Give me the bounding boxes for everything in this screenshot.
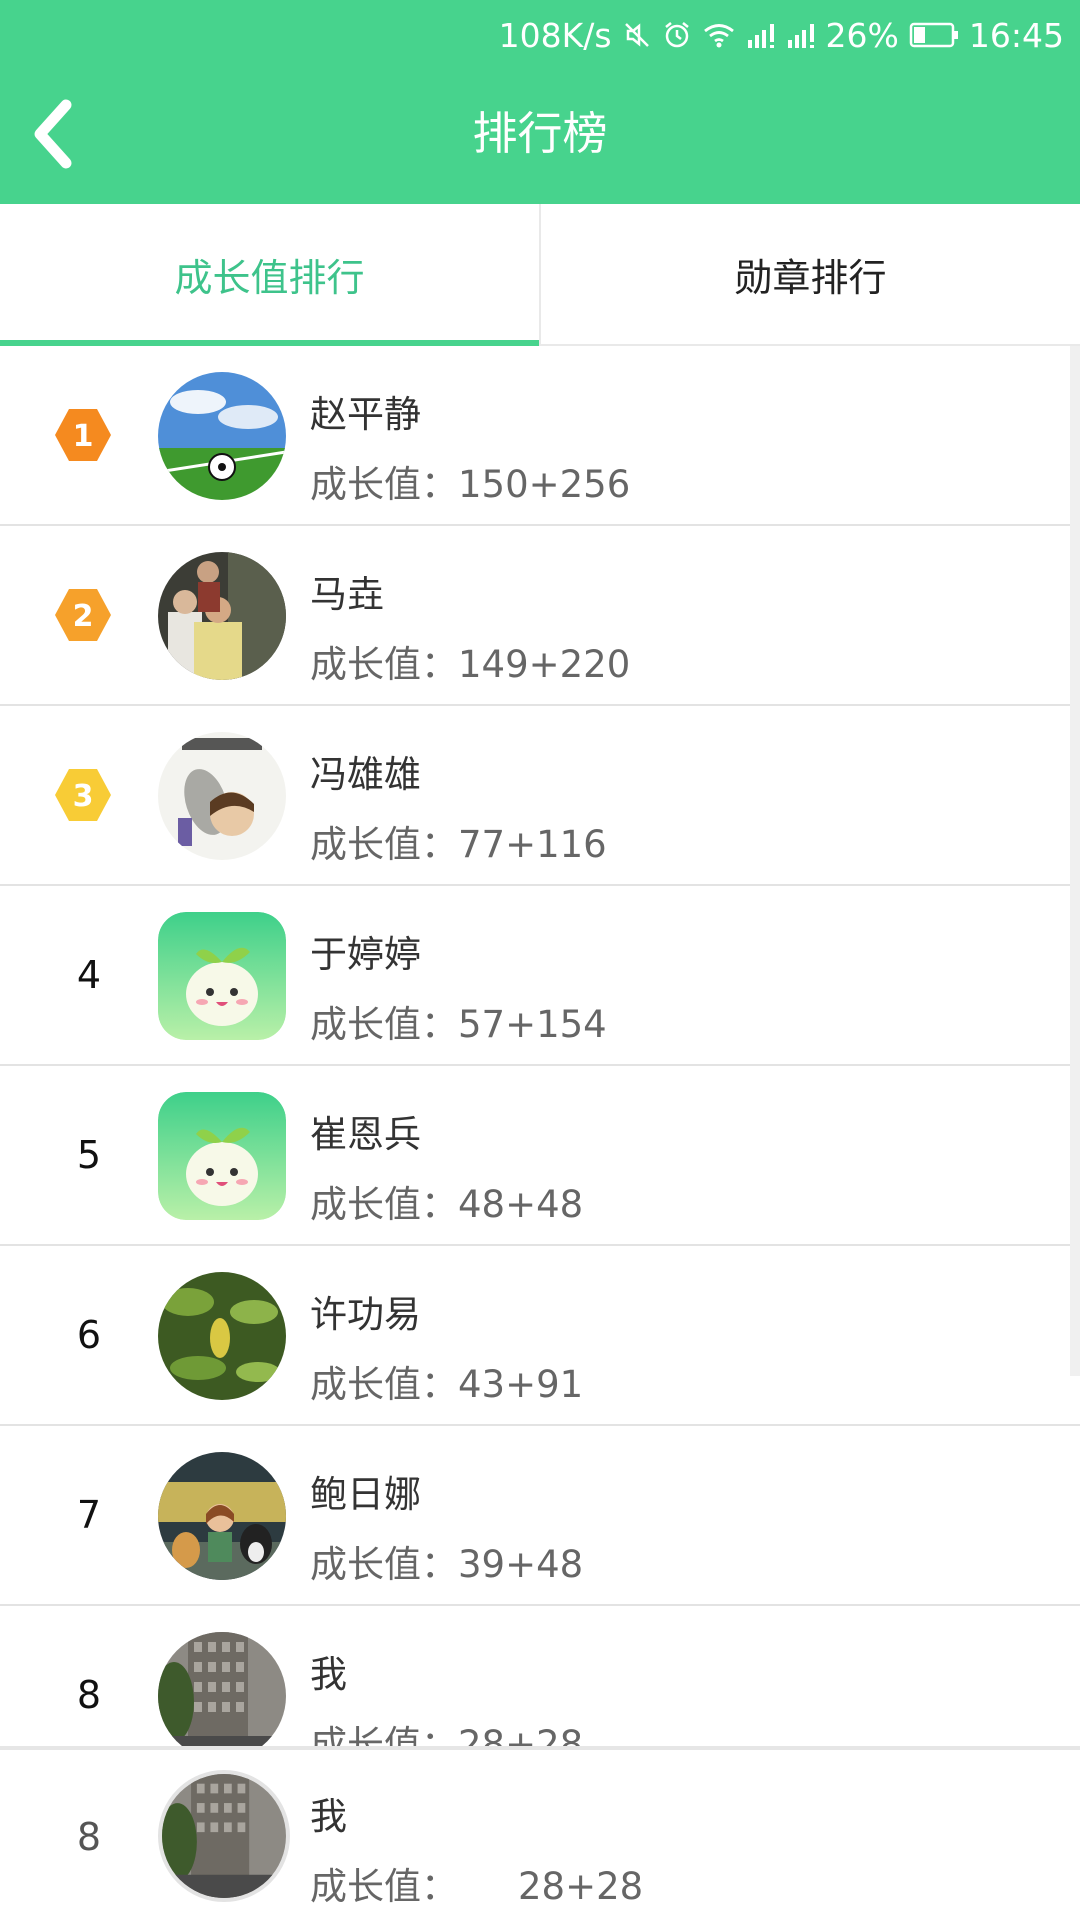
avatar[interactable] [158,732,286,860]
signal-icon [746,20,776,50]
net-speed: 108K/s [498,15,612,55]
page-title: 排行榜 [472,107,608,160]
battery-percent: 26% [825,15,899,55]
user-name: 许功易 [310,1293,421,1336]
user-name: 于婷婷 [310,933,421,976]
avatar[interactable] [158,1632,286,1760]
list-item[interactable]: 3 冯雄雄 成长值：77+116 [0,706,1080,886]
user-name: 鲍日娜 [310,1473,421,1516]
growth-value: 成长值：43+91 [310,1363,584,1406]
avatar[interactable] [158,1770,290,1902]
svg-text:1: 1 [73,419,94,454]
list-item[interactable]: 6 许功易 成长值：43+91 [0,1246,1080,1426]
rank-badge-2: 2 [55,589,111,641]
growth-value: 成长值：77+116 [310,823,607,866]
user-name: 赵平静 [310,393,421,436]
growth-value: 成长值：149+220 [310,643,631,686]
tab-medal-ranking[interactable]: 勋章排行 [539,204,1080,344]
user-name: 马垚 [310,573,384,616]
rank-number: 7 [76,1493,102,1537]
growth-value: 成长值：39+48 [310,1543,584,1586]
user-name: 我 [310,1795,347,1838]
rank-number: 6 [76,1313,102,1357]
svg-text:3: 3 [73,779,94,814]
growth-value: 成长值：57+154 [310,1003,607,1046]
rank-number: 5 [76,1133,102,1177]
growth-value: 成长值：48+48 [310,1183,584,1226]
list-item[interactable]: 4 于婷婷 成长值：57+154 [0,886,1080,1066]
wifi-icon [702,20,736,50]
rank-number: 8 [76,1815,102,1859]
tab-growth-ranking[interactable]: 成长值排行 [0,204,539,346]
user-name: 冯雄雄 [310,753,421,796]
status-bar: 108K/s 26% 16:45 [499,10,1064,60]
my-rank-row[interactable]: 8 我 成长值： 28+28 [0,1746,1080,1924]
app-header: 108K/s 26% 16:45 排行榜 [0,0,1080,204]
ranking-list: 1 赵平静 成长值：150+256 2 马垚 成长值：149+220 3 冯雄雄… [0,346,1080,1786]
list-item[interactable]: 1 赵平静 成长值：150+256 [0,346,1080,526]
list-item[interactable]: 5 崔恩兵 成长值：48+48 [0,1066,1080,1246]
list-item[interactable]: 2 马垚 成长值：149+220 [0,526,1080,706]
battery-icon [909,21,959,49]
scrollbar[interactable] [1070,346,1080,1376]
mute-icon [622,20,652,50]
user-name: 崔恩兵 [310,1113,421,1156]
avatar[interactable] [158,372,286,500]
signal-icon [786,20,816,50]
rank-badge-3: 3 [55,769,111,821]
tab-bar: 成长值排行 勋章排行 [0,204,1080,346]
rank-badge-1: 1 [55,409,111,461]
avatar[interactable] [158,1272,286,1400]
growth-value: 成长值：150+256 [310,463,631,506]
alarm-icon [662,20,692,50]
user-name: 我 [310,1653,347,1696]
clock: 16:45 [968,15,1064,55]
svg-text:2: 2 [73,599,94,634]
avatar[interactable] [158,1092,286,1220]
list-item[interactable]: 7 鲍日娜 成长值：39+48 [0,1426,1080,1606]
growth-value: 成长值：28+28 [310,1865,644,1908]
rank-number: 4 [76,953,102,997]
avatar[interactable] [158,1452,286,1580]
avatar[interactable] [158,912,286,1040]
avatar[interactable] [158,552,286,680]
